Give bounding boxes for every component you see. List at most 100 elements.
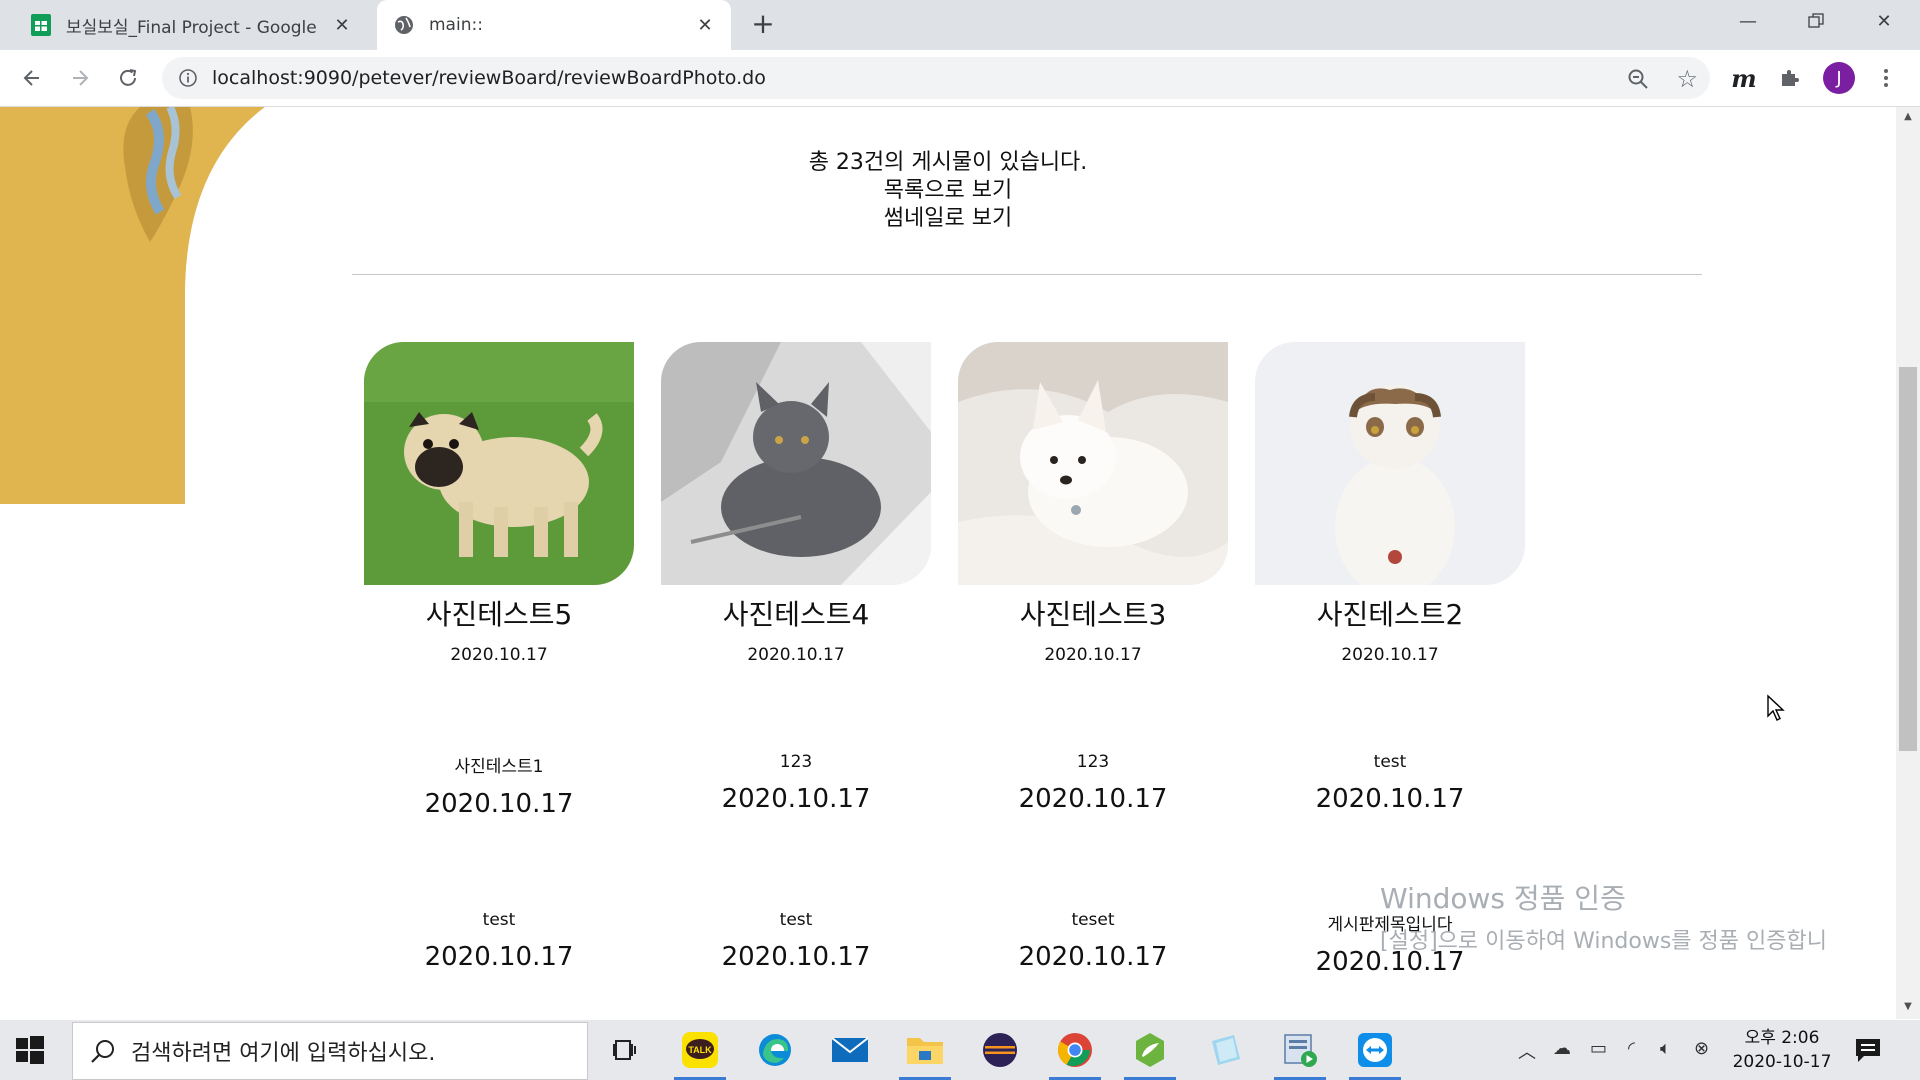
zoom-icon[interactable] [1626,67,1650,91]
clock-date: 2020-10-17 [1732,1052,1832,1072]
list-item[interactable]: 사진테스트1 2020.10.17 [364,752,634,819]
bookmark-star-icon[interactable]: ☆ [1676,65,1698,93]
item-title[interactable]: 123 [661,752,931,772]
item-title[interactable]: test [661,910,931,930]
mail-icon[interactable] [828,1028,872,1072]
windows-start-icon[interactable] [14,1034,46,1066]
list-item[interactable]: test 2020.10.17 [661,910,931,972]
close-circle-icon[interactable]: ⊗ [1694,1038,1709,1059]
scroll-down-icon[interactable]: ▼ [1896,1001,1920,1017]
kebab-menu-icon[interactable] [1870,62,1902,94]
scroll-up-icon[interactable]: ▲ [1896,111,1920,127]
page-content: 총 23건의 게시물이 있습니다. 목록으로 보기 썸네일로 보기 사진테스트5… [0,107,1896,1019]
item-date: 2020.10.17 [1018,784,1168,814]
spring-tool-suite-icon[interactable] [1124,1028,1176,1080]
item-date: 2020.10.17 [424,789,574,819]
item-title[interactable]: 123 [958,752,1228,772]
white-puppy-photo[interactable] [958,342,1228,585]
arrow-right-icon [73,70,89,86]
volume-icon[interactable]: 🔈︎ [1660,1038,1671,1059]
item-date: 2020.10.17 [721,784,871,814]
card-date: 2020.10.17 [747,645,845,665]
windows-taskbar: 검색하려면 여기에 입력하십시오. TALK ︿ ☁ ▭ ◜ 🔈︎ ⊗ 오후 2… [0,1020,1920,1080]
list-view-link[interactable]: 목록으로 보기 [700,177,1196,205]
item-title[interactable]: teset [958,910,1228,930]
card-date: 2020.10.17 [450,645,548,665]
list-item[interactable]: 123 2020.10.17 [958,752,1228,814]
thumbnail-view-link[interactable]: 썸네일로 보기 [700,205,1196,233]
tab-strip: 보실보실_Final Project - Google ✕ main:: ✕ +… [0,0,1920,50]
list-item[interactable]: teset 2020.10.17 [958,910,1228,972]
photo-card[interactable]: 사진테스트4 2020.10.17 [661,342,931,665]
teamviewer-icon[interactable] [1349,1028,1401,1080]
list-item[interactable]: 123 2020.10.17 [661,752,931,814]
photo-card[interactable]: 사진테스트2 2020.10.17 [1255,342,1525,665]
watermark-subtitle: [설정]으로 이동하여 Windows를 정품 인증합니 [1380,929,1827,954]
back-button[interactable] [16,62,48,94]
eclipse-icon[interactable] [978,1028,1022,1072]
item-title[interactable]: test [1255,752,1525,772]
notepad-icon[interactable] [1203,1028,1247,1072]
task-view-icon[interactable] [603,1028,647,1072]
item-date: 2020.10.17 [721,942,871,972]
onedrive-icon[interactable]: ☁ [1553,1038,1571,1059]
photo-card[interactable]: 사진테스트5 2020.10.17 [364,342,634,665]
wifi-icon[interactable]: ◜ [1628,1038,1635,1059]
address-bar[interactable]: localhost:9090/petever/reviewBoard/revie… [162,57,1710,99]
notification-icon[interactable] [1852,1034,1884,1066]
close-icon[interactable]: ✕ [693,13,717,37]
chevron-up-icon[interactable]: ︿ [1518,1038,1536,1064]
puzzle-icon[interactable] [1774,62,1806,94]
pug-photo[interactable] [364,342,634,585]
windows-activation-watermark: Windows 정품 인증 [설정]으로 이동하여 Windows를 정품 인증… [1380,877,1827,955]
browser-toolbar: localhost:9090/petever/reviewBoard/revie… [0,50,1920,107]
taskbar-search-input[interactable]: 검색하려면 여기에 입력하십시오. [72,1022,588,1080]
url-text[interactable]: localhost:9090/petever/reviewBoard/revie… [212,67,766,89]
forward-button[interactable] [64,62,96,94]
extension-m-icon[interactable]: m [1728,62,1760,94]
globe-icon [393,14,415,36]
scottish-fold-cat-photo[interactable] [1255,342,1525,585]
tab-sheets[interactable]: 보실보실_Final Project - Google ✕ [14,0,368,50]
list-item[interactable]: test 2020.10.17 [1255,752,1525,814]
tab-title: main:: [429,15,483,35]
reload-icon [120,69,137,86]
reload-button[interactable] [112,62,144,94]
card-title[interactable]: 사진테스트3 [958,593,1228,633]
item-title[interactable]: test [364,910,634,930]
item-date: 2020.10.17 [1018,942,1168,972]
chrome-icon[interactable] [1049,1028,1101,1080]
taskbar-clock[interactable]: 오후 2:06 2020-10-17 [1720,1026,1844,1074]
media-app-icon[interactable] [1274,1028,1326,1080]
watermark-title: Windows 정품 인증 [1380,882,1626,915]
gray-cat-photo[interactable] [661,342,931,585]
board-summary: 총 23건의 게시물이 있습니다. 목록으로 보기 썸네일로 보기 [700,149,1196,233]
card-date: 2020.10.17 [1044,645,1142,665]
item-date: 2020.10.17 [1315,784,1465,814]
card-title[interactable]: 사진테스트4 [661,593,931,633]
close-icon[interactable]: ✕ [330,13,354,37]
restore-button[interactable] [1782,0,1850,42]
page-scrollbar[interactable]: ▲ ▼ [1896,107,1920,1019]
edge-icon[interactable] [753,1028,797,1072]
close-window-button[interactable]: ✕ [1850,0,1918,42]
scrollbar-thumb[interactable] [1899,367,1917,751]
card-title[interactable]: 사진테스트2 [1255,593,1525,633]
avatar[interactable]: J [1823,62,1855,94]
item-title[interactable]: 사진테스트1 [364,752,634,777]
item-date: 2020.10.17 [424,942,574,972]
google-sheets-icon [30,14,52,36]
new-tab-button[interactable]: + [748,10,778,40]
list-item[interactable]: test 2020.10.17 [364,910,634,972]
file-explorer-icon[interactable] [899,1028,951,1080]
tab-main[interactable]: main:: ✕ [377,0,731,50]
arrow-left-icon [23,70,39,86]
photo-card[interactable]: 사진테스트3 2020.10.17 [958,342,1228,665]
battery-icon[interactable]: ▭ [1590,1038,1607,1059]
kakao-label: TALK [688,1045,712,1055]
info-icon[interactable] [178,68,198,88]
clock-time: 오후 2:06 [1744,1028,1820,1048]
card-title[interactable]: 사진테스트5 [364,593,634,633]
kakaotalk-icon[interactable]: TALK [674,1028,726,1080]
minimize-button[interactable]: — [1714,0,1782,42]
